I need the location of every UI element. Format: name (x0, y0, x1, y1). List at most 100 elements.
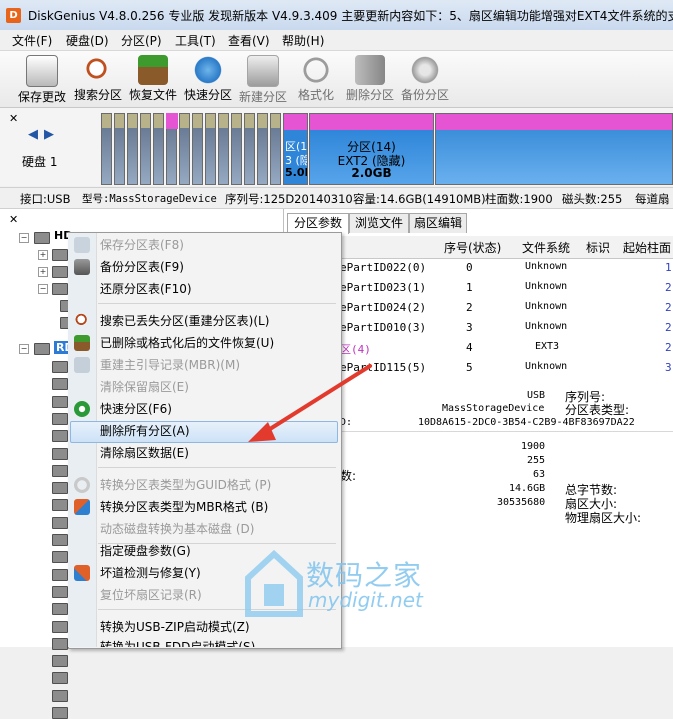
save-icon (74, 237, 90, 253)
selected-partition-segment[interactable]: 分区(14) EXT2 (隐藏) 2.0GB (309, 113, 434, 185)
search-partition-button[interactable]: 搜索分区 (71, 53, 125, 105)
tab-partition-params[interactable]: 分区参数 (287, 213, 349, 234)
format-icon (301, 55, 331, 85)
mbr-icon (74, 357, 90, 373)
divider (340, 431, 673, 432)
menu-item-convert-mbr[interactable]: 转换分区表类型为MBR格式 (B) (100, 497, 268, 517)
partition-segment[interactable] (244, 113, 255, 185)
expand-icon[interactable]: − (38, 284, 48, 294)
recover-files-button[interactable]: 恢复文件 (126, 53, 180, 105)
menu-item-search-lost[interactable]: 搜索已丢失分区(重建分区表)(L) (100, 311, 269, 331)
menu-item-disk-params[interactable]: 指定硬盘参数(G) (100, 541, 191, 561)
save-button[interactable]: 保存更改 (14, 53, 70, 105)
title-bar: D DiskGenius V4.8.0.256 专业版 发现新版本 V4.9.3… (0, 0, 673, 31)
menu-tools[interactable]: 工具(T) (175, 32, 216, 49)
partition-segment[interactable] (101, 113, 112, 185)
menu-item-save-table[interactable]: 保存分区表(F8) (100, 235, 184, 255)
convert-icon (74, 477, 90, 493)
partition-icon (52, 637, 68, 650)
col-filesystem[interactable]: 文件系统 (522, 239, 570, 256)
expand-icon[interactable]: − (19, 233, 29, 243)
menu-partition[interactable]: 分区(P) (121, 32, 162, 49)
backup-partition-icon (410, 55, 440, 85)
partition-segment[interactable] (218, 113, 229, 185)
next-disk-icon[interactable]: ▶ (44, 127, 54, 142)
menu-item-clear-reserved[interactable]: 清除保留扇区(E) (100, 377, 189, 397)
partition-segment-13[interactable]: 区(1 3 (隐 5.0I (283, 113, 308, 185)
col-start-cylinder[interactable]: 起始柱面 (623, 239, 671, 256)
annotation-arrow (248, 364, 372, 442)
partition-icon (52, 534, 68, 546)
table-row[interactable]: ePartID010(3) 3 Unknown 2 (284, 318, 673, 338)
partition-icon (52, 689, 68, 702)
close-icon[interactable]: ✕ (9, 112, 18, 125)
menu-item-usb-fdd[interactable]: 转换为USB-FDD启动模式(S) (100, 637, 255, 647)
tab-browse-files[interactable]: 浏览文件 (349, 213, 409, 233)
menu-file[interactable]: 文件(F) (12, 32, 52, 49)
partition-icon (52, 516, 68, 529)
backup-table-icon (74, 259, 90, 275)
partition-segment[interactable] (257, 113, 268, 185)
partition-segment[interactable] (270, 113, 281, 185)
save-icon (26, 55, 58, 87)
partition-segment[interactable] (231, 113, 242, 185)
quick-partition-button[interactable]: 快速分区 (181, 53, 235, 105)
partition-segment[interactable] (179, 113, 190, 185)
menu-item-backup-table[interactable]: 备份分区表(F9) (100, 257, 184, 277)
partition-segment[interactable] (192, 113, 203, 185)
expand-icon[interactable]: − (19, 344, 29, 354)
prev-disk-icon[interactable]: ◀ (28, 127, 38, 142)
partition-segment[interactable] (127, 113, 138, 185)
partition-segment[interactable] (140, 113, 151, 185)
partition-icon (52, 283, 68, 295)
partition-icon (52, 707, 68, 719)
partition-segment[interactable] (153, 113, 164, 185)
partition-icon (52, 551, 68, 564)
partition-segment[interactable] (435, 113, 673, 185)
table-row[interactable]: ePartID023(1) 1 Unknown 2 (284, 278, 673, 298)
partition-segment[interactable] (114, 113, 125, 185)
menu-item-quick-partition[interactable]: 快速分区(F6) (100, 399, 172, 419)
table-row[interactable]: ePartID024(2) 2 Unknown 2 (284, 298, 673, 318)
delete-partition-icon (355, 55, 385, 85)
menu-separator (98, 467, 336, 468)
partition-icon (52, 395, 68, 408)
expand-icon[interactable]: + (38, 267, 48, 277)
menu-item-rebuild-mbr[interactable]: 重建主引导记录(MBR)(M) (100, 355, 240, 375)
col-index[interactable]: 序号(状态) (444, 239, 501, 256)
menu-item-recover-files[interactable]: 已删除或格式化后的文件恢复(U) (100, 333, 274, 353)
partition-icon (52, 655, 68, 668)
menu-help[interactable]: 帮助(H) (282, 32, 324, 49)
menu-view[interactable]: 查看(V) (228, 32, 270, 49)
menu-item-usb-zip[interactable]: 转换为USB-ZIP启动模式(Z) (100, 617, 250, 637)
close-icon[interactable]: ✕ (9, 213, 18, 226)
menu-item-bad-sector[interactable]: 坏道检测与修复(Y) (100, 563, 201, 583)
menu-item-convert-guid[interactable]: 转换分区表类型为GUID格式 (P) (100, 475, 271, 495)
table-row[interactable]: 区(4) 4 EXT3 2 (284, 338, 673, 358)
format-button[interactable]: 格式化 (291, 53, 341, 105)
menu-item-clear-sectors[interactable]: 清除扇区数据(E) (100, 443, 189, 463)
partition-icon (52, 249, 68, 261)
tab-sector-editor[interactable]: 扇区编辑 (409, 213, 467, 233)
partition-icon (52, 620, 68, 633)
menu-separator (98, 303, 336, 304)
partition-segment[interactable] (205, 113, 216, 185)
backup-partition-button[interactable]: 备份分区 (398, 53, 452, 105)
disk-info-line: 接口:USB 型号:MassStorageDevice 序列号:125D2014… (0, 187, 673, 209)
delete-partition-button[interactable]: 删除分区 (343, 53, 397, 105)
hard-disk-icon (34, 232, 50, 244)
partition-icon (52, 412, 68, 425)
menu-item-dynamic-to-basic[interactable]: 动态磁盘转换为基本磁盘 (D) (100, 519, 254, 539)
menu-disk[interactable]: 硬盘(D) (66, 32, 109, 49)
menu-item-delete-all[interactable]: 删除所有分区(A) (100, 421, 190, 441)
menu-item-reset-bad[interactable]: 复位坏扇区记录(R) (100, 585, 202, 605)
col-id[interactable]: 标识 (586, 239, 610, 256)
watermark-url: mydigit.net (308, 588, 423, 612)
new-partition-button[interactable]: 新建分区 (236, 53, 290, 105)
quick-partition-icon (193, 55, 223, 85)
partition-icon (52, 482, 68, 495)
partition-icon (52, 568, 68, 581)
table-row[interactable]: ePartID022(0) 0 Unknown 1 (284, 258, 673, 278)
menu-item-restore-table[interactable]: 还原分区表(F10) (100, 279, 192, 299)
expand-icon[interactable]: + (38, 250, 48, 260)
